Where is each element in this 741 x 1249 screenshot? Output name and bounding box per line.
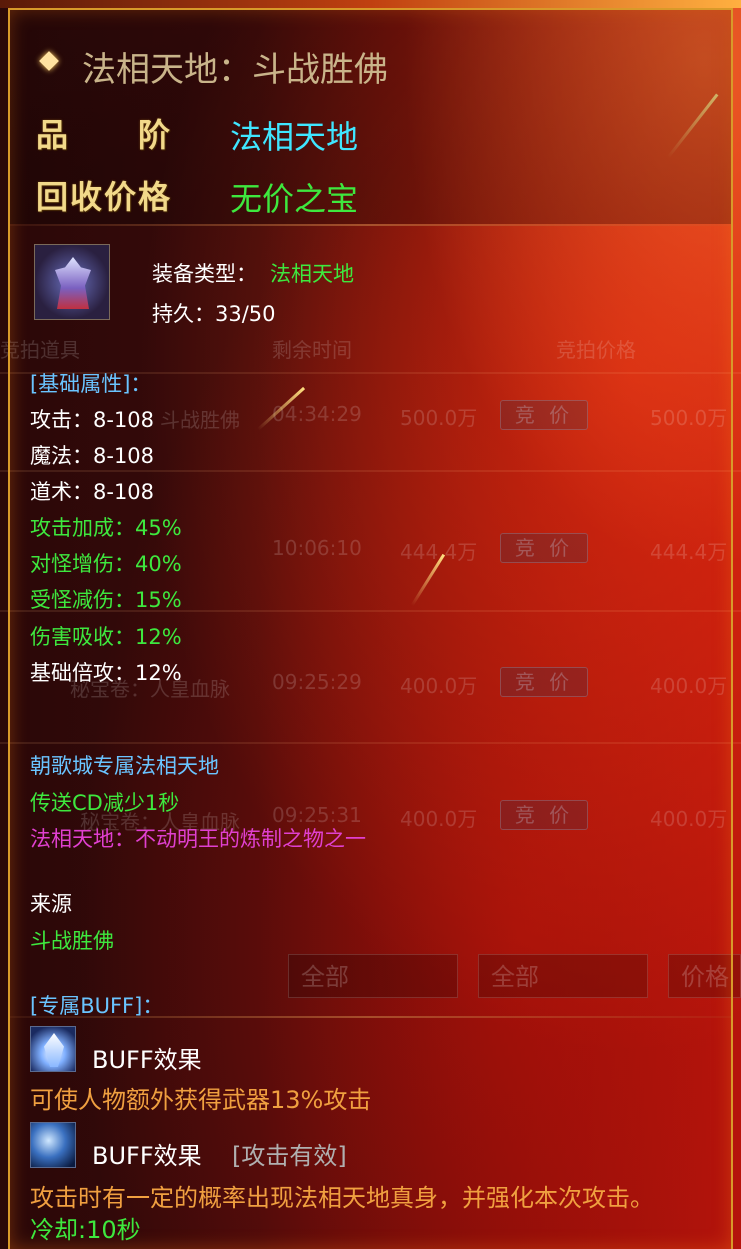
taoism-stat: 道术：8-108 <box>30 480 155 504</box>
damage-absorb-stat: 伤害吸收：12% <box>30 625 182 649</box>
game-tooltip-screen: 竞拍道具 剩余时间 竞拍价格 斗战胜佛 04:34:29 500.0万 竞 价 … <box>0 0 741 1249</box>
crystal-icon <box>30 1026 76 1072</box>
divider <box>10 1016 731 1018</box>
base-multiplier-stat: 基础倍攻：12% <box>30 661 182 685</box>
attack-bonus-stat: 攻击加成：45% <box>30 516 182 540</box>
buff-name: BUFF效果 <box>92 1046 202 1074</box>
buff-description: 攻击时有一定的概率出现法相天地真身，并强化本次攻击。 <box>30 1184 654 1212</box>
divider <box>10 224 731 226</box>
grade-label: 品 阶 <box>36 116 173 154</box>
buff-condition-tag: [攻击有效] <box>232 1142 347 1170</box>
grade-value: 法相天地 <box>230 118 359 156</box>
buff-description: 可使人物额外获得武器13%攻击 <box>30 1086 372 1114</box>
monster-damage-stat: 对怪增伤：40% <box>30 552 182 576</box>
teleport-note: 传送CD减少1秒 <box>30 791 180 815</box>
recycle-price-value: 无价之宝 <box>230 180 359 218</box>
source-label: 来源 <box>30 892 72 916</box>
base-attributes-heading: [基础属性]： <box>30 372 152 396</box>
warrior-figure-icon <box>34 244 110 320</box>
buff-cooldown: 冷却:10秒 <box>30 1216 141 1244</box>
magic-stat: 魔法：8-108 <box>30 444 155 468</box>
source-value: 斗战胜佛 <box>30 929 114 953</box>
equip-type-value: 法相天地 <box>270 262 354 286</box>
top-glow-bar <box>0 0 741 8</box>
exclusive-note: 朝歌城专属法相天地 <box>30 754 219 778</box>
recycle-price-label: 回收价格 <box>36 178 173 216</box>
monster-reduction-stat: 受怪减伤：15% <box>30 588 182 612</box>
warrior-skill-icon <box>30 1122 76 1168</box>
attack-stat: 攻击：8-108 <box>30 408 155 432</box>
durability: 持久：33/50 <box>152 302 276 326</box>
buff-name: BUFF效果 <box>92 1142 202 1170</box>
lore-note: 法相天地：不动明王的炼制之物之一 <box>30 827 366 851</box>
equip-type-label: 装备类型： <box>152 262 257 286</box>
item-title: 法相天地：斗战胜佛 <box>82 50 388 90</box>
